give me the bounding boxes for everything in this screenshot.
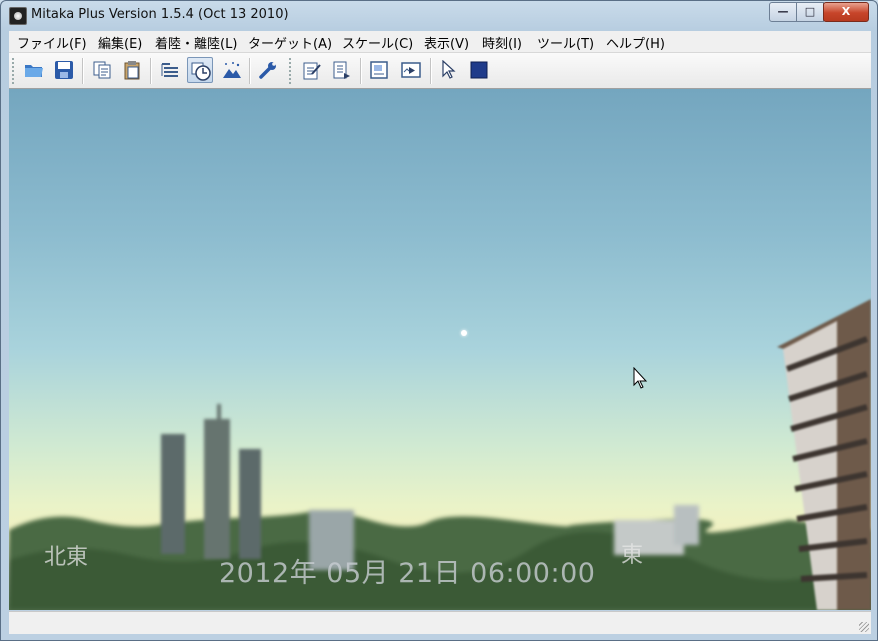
toolbar-grip[interactable] (12, 58, 14, 84)
menu-edit[interactable]: 編集(E) (98, 33, 142, 52)
time-clock-icon (191, 62, 211, 81)
menu-landing[interactable]: 着陸・離陸(L) (155, 33, 237, 52)
wrench-icon (259, 62, 276, 79)
menu-scale[interactable]: スケール(C) (342, 33, 413, 52)
edit-note-icon (303, 62, 321, 80)
toolbar-grip[interactable] (289, 58, 291, 84)
toolbar-separator (82, 58, 84, 84)
script-icon (333, 61, 350, 79)
maximize-button[interactable]: □ (796, 2, 824, 22)
close-button[interactable]: X (823, 2, 869, 22)
menu-bar: ファイル(F) 編集(E) 着陸・離陸(L) ターゲット(A) スケール(C) … (9, 31, 871, 53)
sky-view[interactable]: 北東 東 2012年 05月 21日 06:00:00 (9, 89, 871, 610)
landscape-icon (223, 62, 241, 78)
layers-button[interactable] (157, 57, 183, 83)
copy-icon (93, 61, 111, 79)
app-window: Mitaka Plus Version 1.5.4 (Oct 13 2010) … (0, 0, 878, 641)
open-folder-icon (25, 65, 43, 77)
toolbar-separator (150, 58, 152, 84)
menu-time[interactable]: 時刻(I) (482, 33, 522, 52)
resize-grip[interactable] (859, 622, 869, 632)
distant-towers (161, 404, 261, 559)
paste-button[interactable] (119, 57, 145, 83)
close-icon: X (841, 5, 851, 18)
minimize-button[interactable]: — (769, 2, 797, 22)
menu-tools[interactable]: ツール(T) (537, 33, 594, 52)
save-button[interactable] (51, 57, 77, 83)
time-button[interactable] (187, 57, 213, 83)
pointer-icon (442, 60, 456, 79)
movie-play-icon (401, 62, 421, 78)
save-disk-icon (55, 61, 73, 79)
menu-target[interactable]: ターゲット(A) (248, 33, 332, 52)
image-button[interactable] (366, 57, 392, 83)
movie-button[interactable] (398, 57, 424, 83)
edit-button[interactable] (299, 57, 325, 83)
minimize-icon: — (777, 5, 789, 18)
landscape-button[interactable] (219, 57, 245, 83)
stop-button[interactable] (466, 57, 492, 83)
direction-label-northeast: 北東 (44, 545, 89, 570)
window-title: Mitaka Plus Version 1.5.4 (Oct 13 2010) (31, 7, 289, 22)
pointer-button[interactable] (435, 57, 461, 83)
open-button[interactable] (21, 57, 47, 83)
datetime-display: 2012年 05月 21日 06:00:00 (219, 558, 596, 589)
menu-help[interactable]: ヘルプ(H) (606, 33, 665, 52)
image-panel-icon (370, 61, 388, 79)
toolbar-separator (430, 58, 432, 84)
direction-label-east: 東 (621, 543, 644, 568)
toolbar-separator (249, 58, 251, 84)
paste-icon (124, 61, 140, 80)
mouse-cursor-icon (633, 367, 648, 389)
script-button[interactable] (329, 57, 355, 83)
stop-square-icon (470, 61, 488, 79)
horizon-scenery (9, 505, 871, 610)
star-point (461, 330, 467, 336)
layers-icon (161, 63, 178, 77)
title-bar[interactable]: Mitaka Plus Version 1.5.4 (Oct 13 2010) … (1, 1, 877, 30)
app-icon[interactable] (9, 7, 27, 25)
toolbar (9, 53, 871, 89)
copy-button[interactable] (89, 57, 115, 83)
toolbar-separator (360, 58, 362, 84)
menu-file[interactable]: ファイル(F) (17, 33, 87, 52)
maximize-icon: □ (804, 5, 816, 18)
settings-button[interactable] (255, 57, 281, 83)
menu-view[interactable]: 表示(V) (424, 33, 469, 52)
status-bar (9, 611, 871, 634)
apartment-building (777, 299, 871, 610)
